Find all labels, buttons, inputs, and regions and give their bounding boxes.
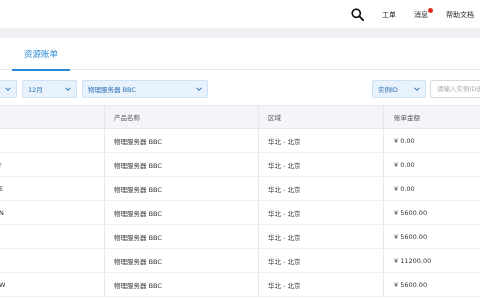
instance-id-cell: W bbox=[0, 280, 6, 289]
chevron-down-icon bbox=[196, 87, 202, 91]
column-header-region: 区域 bbox=[268, 114, 281, 122]
amount-cell: ¥ 0.00 bbox=[394, 160, 415, 169]
year-select[interactable] bbox=[0, 80, 17, 98]
tab-bar: 资源账单 bbox=[0, 38, 480, 71]
help-docs-link[interactable]: 帮助文档 bbox=[446, 10, 474, 20]
amount-cell: ¥ 5600.00 bbox=[394, 208, 428, 217]
table-row[interactable]: 物理服务器 BBC 华北 - 北京 ¥ 11200.00 bbox=[0, 249, 480, 273]
product-cell: 物理服务器 BBC bbox=[114, 137, 162, 146]
instance-id-cell: r bbox=[0, 160, 2, 169]
region-cell: 华北 - 北京 bbox=[268, 257, 301, 266]
chevron-down-icon bbox=[5, 87, 11, 91]
chevron-down-icon bbox=[65, 87, 71, 91]
id-type-select-value: 实例ID bbox=[378, 86, 398, 94]
amount-cell: ¥ 5600.00 bbox=[394, 280, 428, 289]
product-cell: 物理服务器 BBC bbox=[114, 161, 162, 170]
instance-id-search bbox=[430, 80, 480, 98]
tab-label: 资源账单 bbox=[23, 50, 58, 60]
product-cell: 物理服务器 BBC bbox=[114, 257, 162, 266]
region-cell: 华北 - 北京 bbox=[268, 281, 301, 290]
table-header: 产品名称 区域 账单金额 bbox=[0, 105, 480, 129]
column-header-product: 产品名称 bbox=[114, 114, 140, 122]
product-cell: 物理服务器 BBC bbox=[114, 233, 162, 242]
product-select-value: 物理服务器 BBC bbox=[88, 86, 136, 94]
region-cell: 华北 - 北京 bbox=[268, 209, 301, 218]
chevron-down-icon bbox=[414, 87, 420, 91]
table-body: 物理服务器 BBC 华北 - 北京 ¥ 0.00 r 物理服务器 BBC 华北 - 北京 ¥… bbox=[0, 129, 480, 297]
id-type-select[interactable]: 实例ID bbox=[372, 80, 426, 98]
region-cell: 华北 - 北京 bbox=[268, 161, 301, 170]
instance-id-cell: E bbox=[0, 184, 4, 193]
amount-cell: ¥ 5600.00 bbox=[394, 232, 428, 241]
notification-badge bbox=[428, 8, 433, 13]
product-select[interactable]: 物理服务器 BBC bbox=[82, 80, 208, 98]
amount-cell: ¥ 11200.00 bbox=[394, 256, 432, 265]
column-header-amount: 账单金额 bbox=[394, 114, 420, 122]
instance-id-cell: N bbox=[0, 208, 4, 217]
month-select[interactable]: 12月 bbox=[22, 80, 77, 98]
top-navigation-bar: 工单 消息 帮助文档 bbox=[0, 0, 480, 28]
amount-cell: ¥ 0.00 bbox=[394, 184, 415, 193]
region-cell: 华北 - 北京 bbox=[268, 185, 301, 194]
region-cell: 华北 - 北京 bbox=[268, 137, 301, 146]
messages-link[interactable]: 消息 bbox=[414, 10, 428, 20]
table-row[interactable]: E 物理服务器 BBC 华北 - 北京 ¥ 0.00 bbox=[0, 177, 480, 201]
product-cell: 物理服务器 BBC bbox=[114, 185, 162, 194]
instance-id-input[interactable] bbox=[431, 81, 480, 97]
table-row[interactable]: N 物理服务器 BBC 华北 - 北京 ¥ 5600.00 bbox=[0, 201, 480, 225]
tab-resource-bill[interactable]: 资源账单 bbox=[12, 38, 70, 71]
bill-table: 产品名称 区域 账单金额 物理服务器 BBC 华北 - 北京 ¥ 0.00 r 物理服务… bbox=[0, 105, 480, 297]
search-icon[interactable] bbox=[351, 8, 364, 21]
table-row[interactable]: 物理服务器 BBC 华北 - 北京 ¥ 0.00 bbox=[0, 129, 480, 153]
table-row[interactable]: r 物理服务器 BBC 华北 - 北京 ¥ 0.00 bbox=[0, 153, 480, 177]
amount-cell: ¥ 0.00 bbox=[394, 136, 415, 145]
product-cell: 物理服务器 BBC bbox=[114, 209, 162, 218]
table-row[interactable]: W 物理服务器 BBC 华北 - 北京 ¥ 5600.00 bbox=[0, 273, 480, 297]
tickets-link[interactable]: 工单 bbox=[382, 10, 396, 20]
product-cell: 物理服务器 BBC bbox=[114, 281, 162, 290]
region-cell: 华北 - 北京 bbox=[268, 233, 301, 242]
month-select-value: 12月 bbox=[28, 86, 43, 94]
header-divider bbox=[0, 28, 480, 38]
table-row[interactable]: 物理服务器 BBC 华北 - 北京 ¥ 5600.00 bbox=[0, 225, 480, 249]
